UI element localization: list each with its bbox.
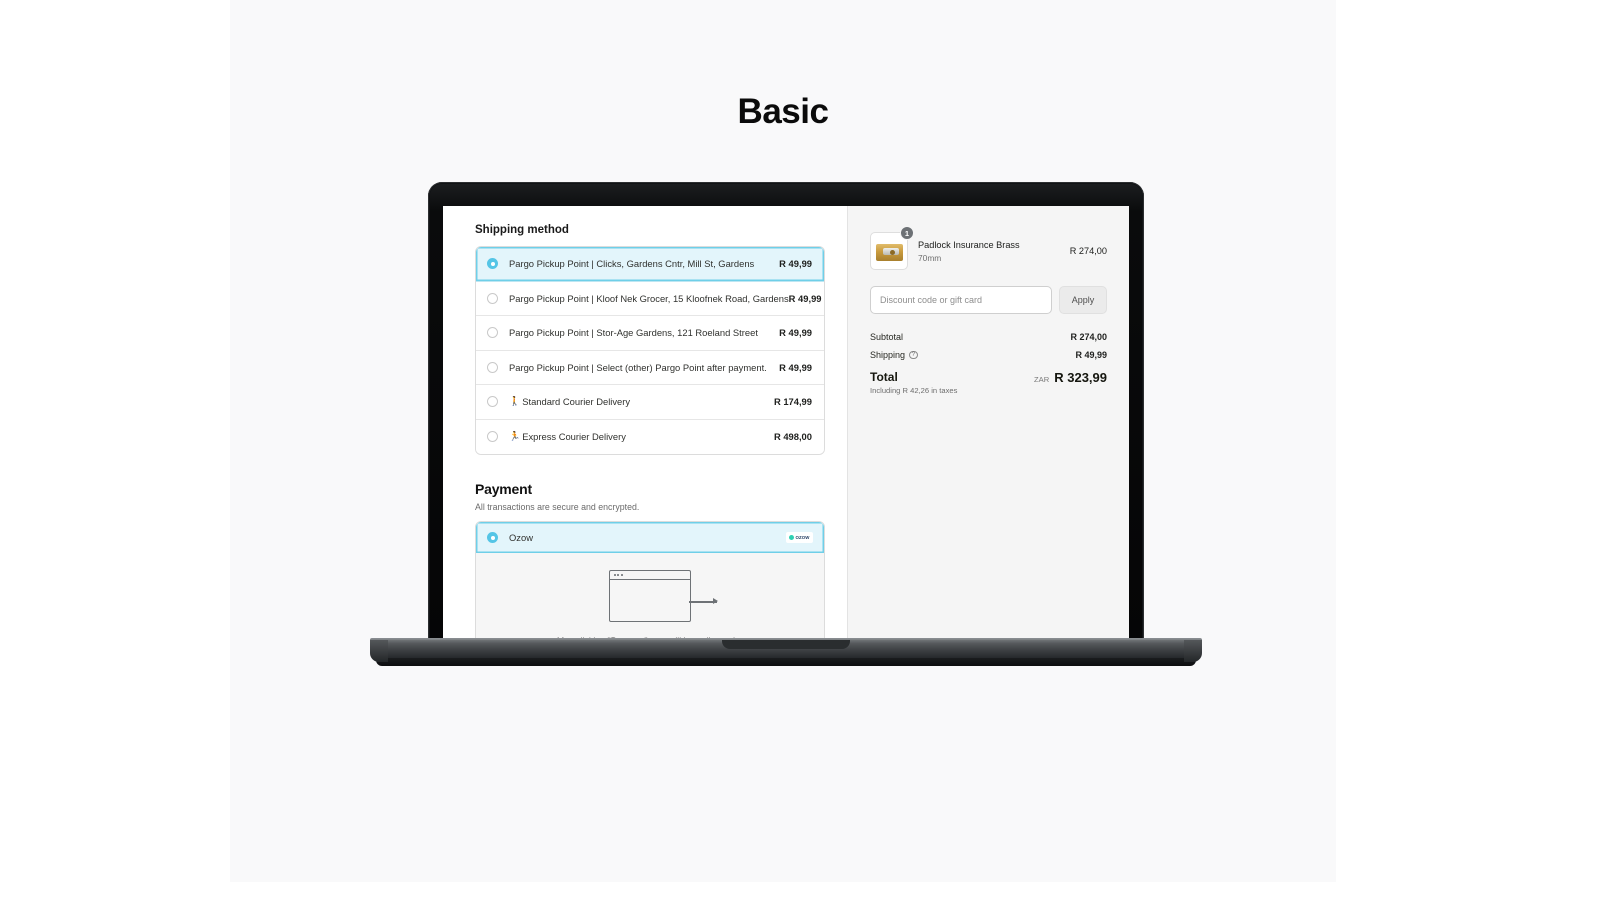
laptop-base-foot-left: [370, 640, 388, 662]
shipping-option-row[interactable]: Pargo Pickup Point | Clicks, Gardens Cnt…: [476, 247, 824, 282]
checkout-main-column: Shipping method Pargo Pickup Point | Cli…: [443, 206, 847, 644]
shipping-option-label: 🚶 Standard Courier Delivery: [509, 396, 774, 407]
radio-icon[interactable]: [487, 431, 498, 443]
grand-total-label: Total: [870, 370, 898, 384]
laptop-lid: Shipping method Pargo Pickup Point | Cli…: [428, 182, 1144, 644]
payment-method-row-ozow[interactable]: Ozow OZOW: [476, 522, 824, 553]
browser-dot-icon: [614, 574, 616, 576]
info-icon[interactable]: ?: [909, 350, 918, 360]
browser-frame-icon: [609, 570, 691, 622]
radio-icon[interactable]: [487, 532, 498, 543]
laptop-base-notch: [722, 640, 850, 649]
grand-total-right: ZAR R 323,99: [1034, 370, 1107, 385]
shipping-option-label: 🏃 Express Courier Delivery: [509, 431, 774, 442]
shipping-option-row[interactable]: 🚶 Standard Courier Delivery R 174,99: [476, 385, 824, 420]
apply-discount-button[interactable]: Apply: [1059, 286, 1107, 314]
page-content-area: Basic Shipping method Pargo Pickup Point…: [230, 0, 1336, 882]
currency-code: ZAR: [1034, 375, 1050, 384]
shipping-option-price: R 49,99: [779, 361, 812, 373]
radio-icon[interactable]: [487, 361, 498, 373]
taxes-note: Including R 42,26 in taxes: [870, 386, 958, 395]
subtotal-label: Subtotal: [870, 332, 904, 342]
shipping-option-row[interactable]: Pargo Pickup Point | Kloof Nek Grocer, 1…: [476, 281, 824, 316]
payment-redirect-panel: After clicking "Pay now", you will be re…: [476, 553, 824, 644]
radio-icon[interactable]: [487, 327, 498, 339]
shipping-option-price: R 49,99: [779, 327, 812, 339]
grand-total-value: R 323,99: [1054, 370, 1107, 385]
page-title: Basic: [737, 92, 829, 131]
laptop-mockup: Shipping method Pargo Pickup Point | Cli…: [370, 182, 1202, 682]
shipping-option-label: Pargo Pickup Point | Clicks, Gardens Cnt…: [509, 258, 755, 270]
shipping-option-label: Pargo Pickup Point | Select (other) Parg…: [509, 361, 767, 373]
product-variant: 70mm: [918, 252, 942, 263]
order-line-item: 1 Padlock Insurance Brass 70mm R 274,00: [870, 226, 1107, 270]
shipping-option-row[interactable]: Pargo Pickup Point | Select (other) Parg…: [476, 350, 824, 385]
shipping-method-heading: Shipping method: [475, 224, 569, 236]
padlock-keyhole-icon: [890, 250, 895, 255]
payment-section: Payment All transactions are secure and …: [475, 481, 825, 644]
shipping-total-label: Shipping ?: [870, 350, 918, 360]
shipping-option-text: Express Courier Delivery: [522, 431, 626, 443]
quantity-badge: 1: [900, 226, 914, 240]
browser-titlebar: [610, 571, 690, 580]
ozow-logo-icon: OZOW: [786, 532, 813, 543]
laptop-base-shadow: [376, 658, 1196, 666]
shipping-option-row[interactable]: Pargo Pickup Point | Stor-Age Gardens, 1…: [476, 316, 824, 351]
walking-person-icon: 🚶: [509, 396, 521, 407]
shipping-option-price: R 49,99: [779, 258, 812, 270]
shipping-option-label: Pargo Pickup Point | Kloof Nek Grocer, 1…: [509, 292, 789, 304]
radio-icon[interactable]: [487, 292, 498, 304]
order-totals: Subtotal R 274,00 Shipping ? R 49,99 Tot…: [870, 332, 1107, 395]
product-thumbnail-wrap: 1: [870, 226, 914, 270]
discount-code-input[interactable]: [870, 286, 1052, 314]
product-price: R 274,00: [1069, 246, 1107, 256]
ozow-logo-text: OZOW: [795, 535, 810, 540]
ozow-dot-icon: [789, 535, 795, 540]
shipping-option-text: Standard Courier Delivery: [522, 396, 631, 408]
shipping-option-price: R 49,99: [788, 292, 822, 304]
laptop-screen: Shipping method Pargo Pickup Point | Cli…: [443, 206, 1129, 644]
browser-window-illustration: [609, 570, 718, 622]
payment-method-box: Ozow OZOW: [475, 521, 825, 644]
laptop-base-foot-right: [1184, 640, 1202, 662]
discount-row: Apply: [870, 286, 1107, 314]
shipping-option-label: Pargo Pickup Point | Stor-Age Gardens, 1…: [509, 327, 758, 339]
payment-heading: Payment: [475, 481, 532, 497]
grand-total-left: Total Including R 42,26 in taxes: [870, 370, 957, 395]
radio-icon[interactable]: [487, 258, 498, 270]
subtotal-value: R 274,00: [1070, 332, 1107, 342]
shipping-option-price: R 498,00: [773, 431, 812, 443]
payment-method-name: Ozow: [509, 532, 533, 543]
product-title: Padlock Insurance Brass: [918, 239, 1020, 250]
shipping-total-row: Shipping ? R 49,99: [870, 350, 1107, 360]
screenshot-canvas: Basic Shipping method Pargo Pickup Point…: [0, 0, 1600, 900]
payment-subtitle: All transactions are secure and encrypte…: [475, 502, 640, 512]
grand-total-row: Total Including R 42,26 in taxes ZAR R 3…: [870, 370, 1107, 395]
shipping-option-row[interactable]: 🏃 Express Courier Delivery R 498,00: [476, 419, 824, 454]
browser-dot-icon: [617, 574, 620, 576]
shipping-option-price: R 174,99: [773, 396, 812, 408]
radio-icon[interactable]: [487, 396, 498, 408]
shipping-total-value: R 49,99: [1075, 350, 1107, 360]
redirect-arrow-icon: [689, 598, 718, 604]
order-summary-panel: 1 Padlock Insurance Brass 70mm R 274,00: [847, 206, 1129, 644]
checkout-page: Shipping method Pargo Pickup Point | Cli…: [443, 206, 1129, 644]
shipping-method-list: Pargo Pickup Point | Clicks, Gardens Cnt…: [475, 246, 825, 455]
shipping-total-text: Shipping: [870, 350, 906, 360]
browser-dot-icon: [620, 574, 623, 576]
product-info: Padlock Insurance Brass 70mm: [918, 240, 1060, 263]
running-person-icon: 🏃: [509, 431, 521, 442]
subtotal-row: Subtotal R 274,00: [870, 332, 1107, 342]
